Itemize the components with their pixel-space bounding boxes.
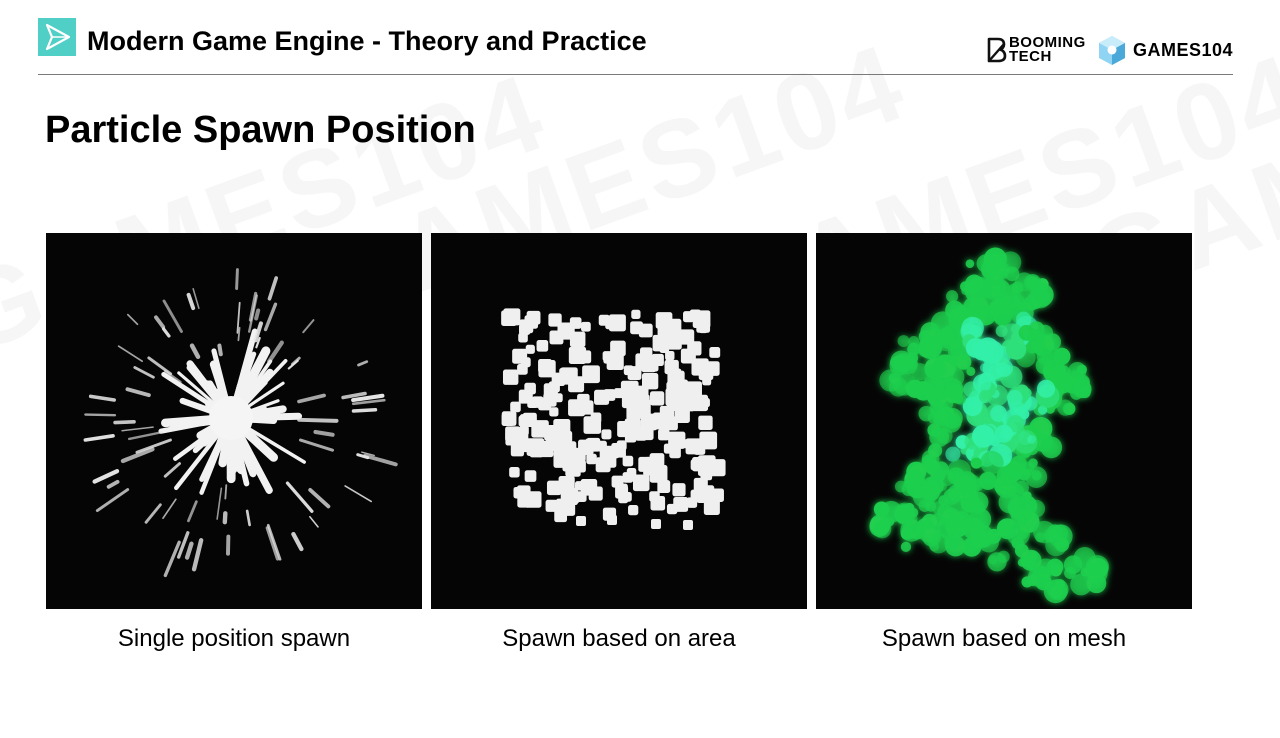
area-spawn-image xyxy=(431,233,807,609)
slide-title: Particle Spawn Position xyxy=(45,109,476,151)
single-position-spawn-caption: Single position spawn xyxy=(117,625,351,652)
course-title: Modern Game Engine - Theory and Practice xyxy=(87,26,647,56)
games-cube-icon xyxy=(1098,36,1125,65)
slide-header: Modern Game Engine - Theory and Practice… xyxy=(38,18,1233,75)
brand-logos: BOOMING TECH GAMES104 xyxy=(985,33,1233,67)
area-spawn-caption: Spawn based on area xyxy=(502,625,736,652)
booming-tech-logo: BOOMING TECH xyxy=(985,34,1087,65)
games104-logo: GAMES104 xyxy=(1097,34,1233,66)
mesh-spawn-caption: Spawn based on mesh xyxy=(881,625,1127,652)
booming-b-icon xyxy=(987,37,1007,63)
mesh-spawn-image xyxy=(816,233,1192,609)
play-logo-icon xyxy=(38,18,76,56)
single-position-spawn-image xyxy=(46,233,422,609)
games104-wordmark: GAMES104 xyxy=(1132,39,1233,60)
booming-tech-wordmark: BOOMING TECH xyxy=(1008,34,1086,65)
